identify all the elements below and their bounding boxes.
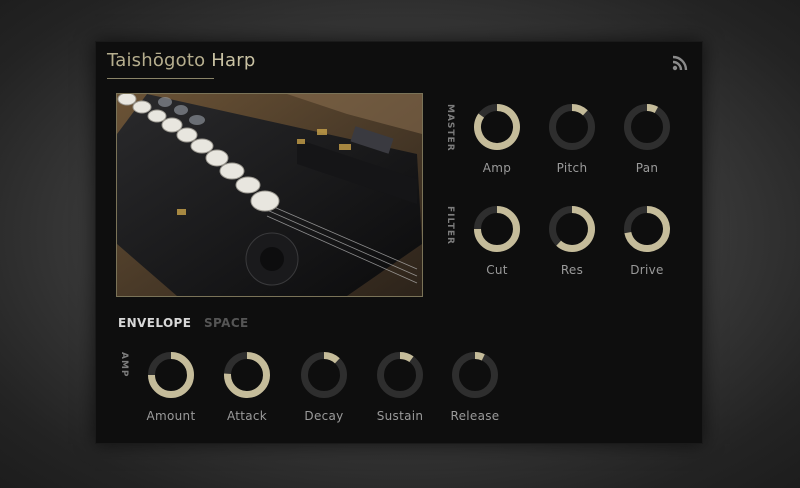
knob-value-arc xyxy=(399,352,414,363)
pitch-label: Pitch xyxy=(556,161,588,175)
instrument-photo xyxy=(116,93,423,297)
amount-dial[interactable] xyxy=(146,350,196,400)
master-section-label: MASTER xyxy=(445,104,455,152)
knob-value-arc xyxy=(571,104,588,116)
tab-space[interactable]: SPACE xyxy=(204,316,249,330)
release-dial[interactable] xyxy=(450,350,500,400)
pan-knob[interactable]: Pan xyxy=(619,102,675,175)
decay-dial[interactable] xyxy=(299,350,349,400)
drive-label: Drive xyxy=(630,263,664,277)
amount-label: Amount xyxy=(146,409,196,423)
knob-value-arc xyxy=(323,352,340,364)
sustain-label: Sustain xyxy=(376,409,424,423)
cut-knob[interactable]: Cut xyxy=(469,204,525,277)
attack-label: Attack xyxy=(226,409,268,423)
cut-label: Cut xyxy=(486,263,508,277)
pitch-knob[interactable]: Pitch xyxy=(544,102,600,175)
drive-dial[interactable] xyxy=(622,204,672,254)
amp-dial[interactable] xyxy=(472,102,522,152)
res-knob[interactable]: Res xyxy=(544,204,600,277)
pan-label: Pan xyxy=(635,161,659,175)
pitch-dial[interactable] xyxy=(547,102,597,152)
decay-knob[interactable]: Decay xyxy=(296,350,352,423)
instrument-title: Taishōgoto Harp xyxy=(107,50,255,71)
knob-value-arc xyxy=(474,352,485,361)
title-main: Taishōgoto xyxy=(107,50,206,71)
title-underline xyxy=(107,78,214,79)
filter-section-label: FILTER xyxy=(445,206,455,245)
cut-dial[interactable] xyxy=(472,204,522,254)
knob-track xyxy=(301,352,347,398)
drive-knob[interactable]: Drive xyxy=(619,204,675,277)
sustain-dial[interactable] xyxy=(375,350,425,400)
instrument-panel: Taishōgoto Harp MASTER Amp Pitch Pan FIL… xyxy=(95,41,703,444)
amount-knob[interactable]: Amount xyxy=(143,350,199,423)
amp-knob[interactable]: Amp xyxy=(469,102,525,175)
sustain-knob[interactable]: Sustain xyxy=(372,350,428,423)
knob-value-arc xyxy=(646,104,659,114)
attack-knob[interactable]: Attack xyxy=(219,350,275,423)
pan-dial[interactable] xyxy=(622,102,672,152)
tab-envelope[interactable]: ENVELOPE xyxy=(118,316,191,330)
decay-label: Decay xyxy=(304,409,344,423)
release-label: Release xyxy=(450,409,500,423)
instrument-photo-image xyxy=(117,94,422,296)
knob-track xyxy=(624,104,670,150)
amp-envelope-label: AMP xyxy=(119,352,129,378)
res-dial[interactable] xyxy=(547,204,597,254)
release-knob[interactable]: Release xyxy=(447,350,503,423)
knob-track xyxy=(377,352,423,398)
attack-dial[interactable] xyxy=(222,350,272,400)
knob-track xyxy=(452,352,498,398)
amp-label: Amp xyxy=(482,161,512,175)
title-sub: Harp xyxy=(211,50,256,71)
res-label: Res xyxy=(560,263,584,277)
knob-track xyxy=(549,104,595,150)
rss-icon[interactable] xyxy=(671,54,689,72)
